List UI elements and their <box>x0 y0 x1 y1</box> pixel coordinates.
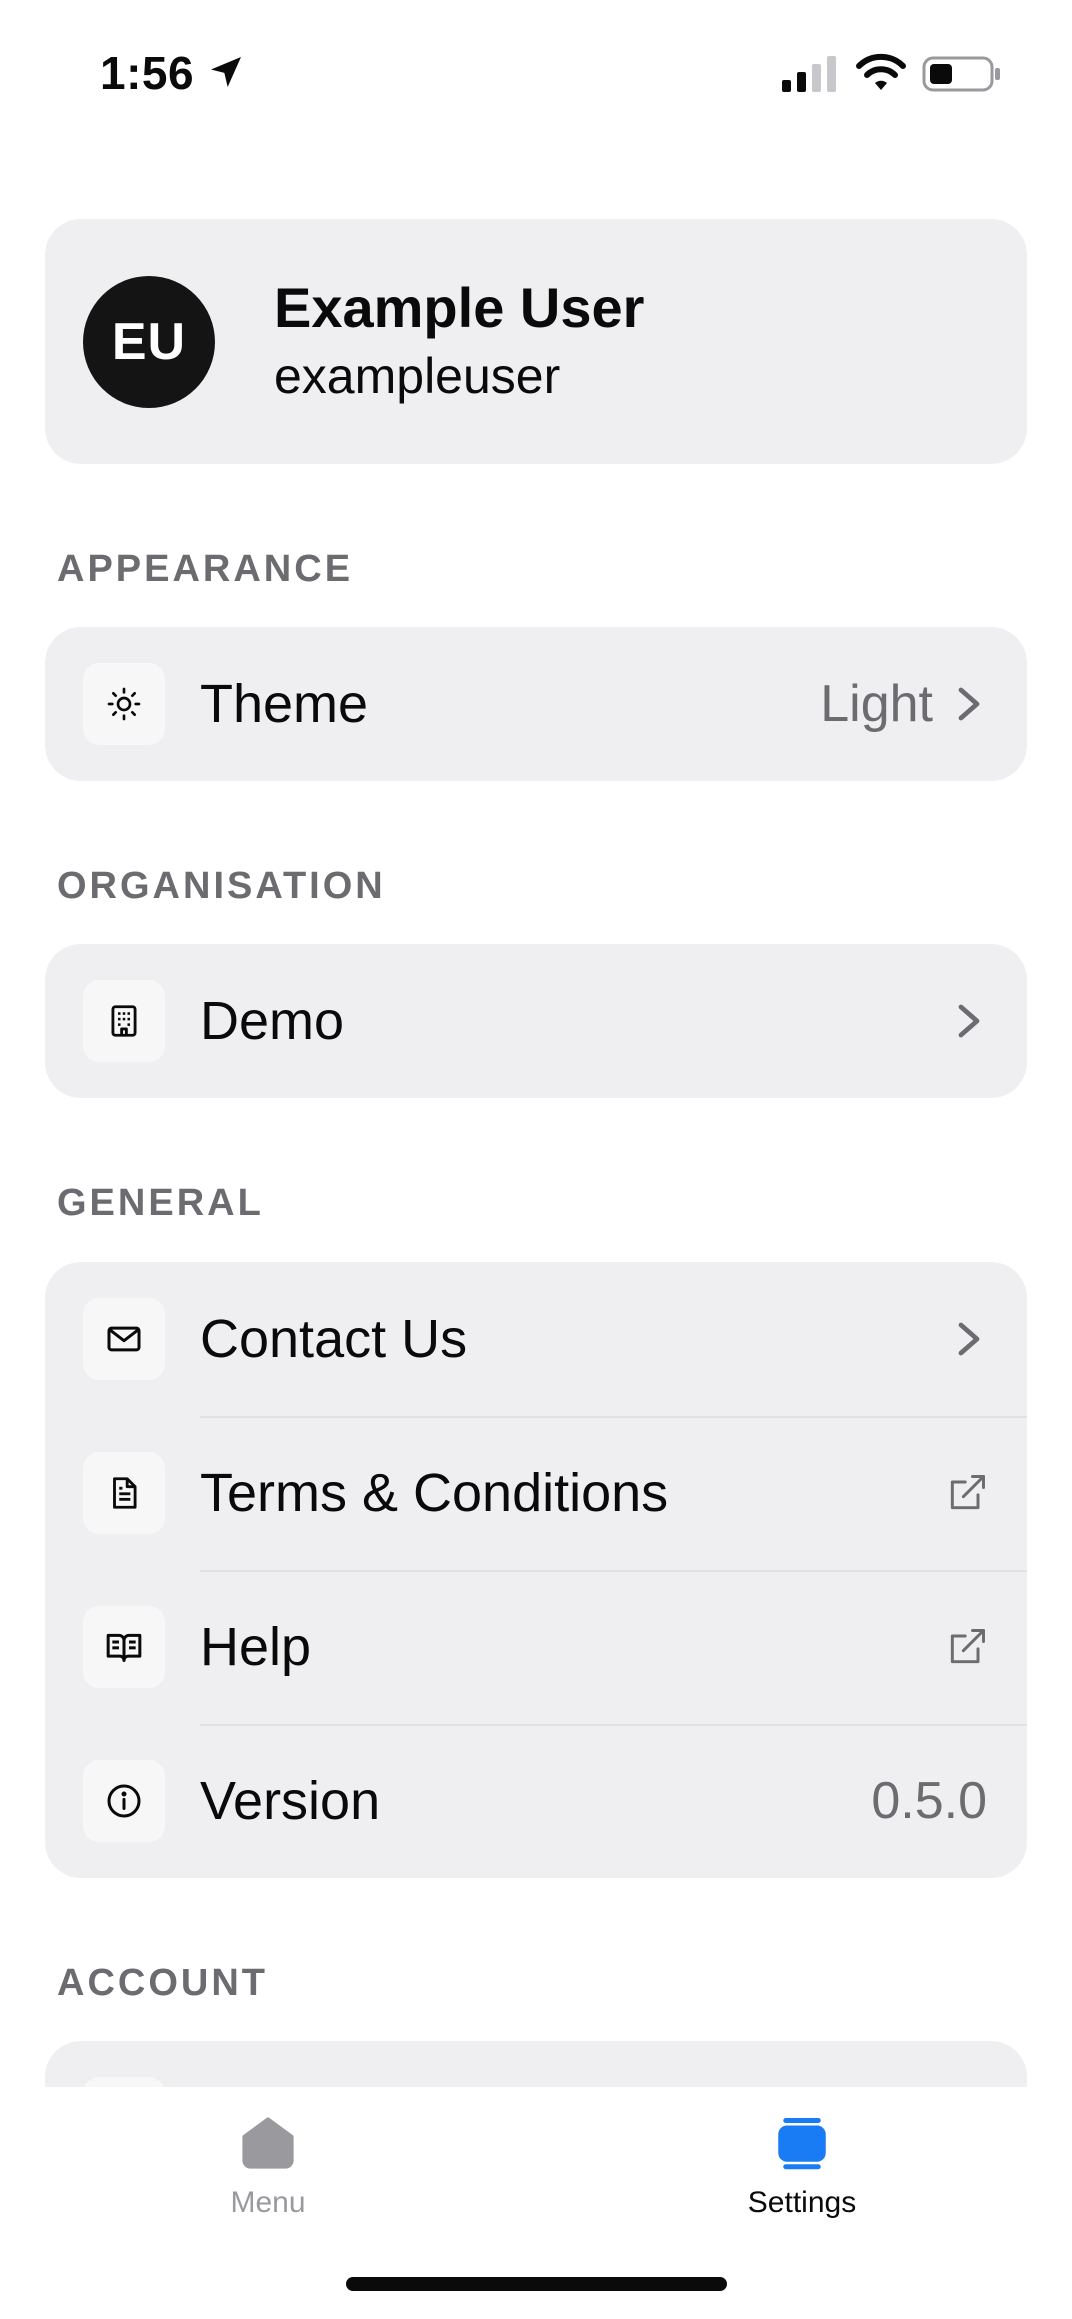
status-bar: 1:56 <box>0 0 1072 150</box>
section-header-organisation: ORGANISATION <box>57 865 386 907</box>
location-arrow-icon <box>211 57 241 87</box>
organisation-label: Demo <box>200 991 345 1051</box>
row-divider <box>200 1416 1027 1418</box>
building-icon <box>111 1005 137 1037</box>
theme-icon-box <box>83 663 165 745</box>
row-divider <box>200 1570 1027 1572</box>
envelope-icon <box>107 1326 141 1352</box>
help-row[interactable]: Help <box>45 1570 1027 1724</box>
settings-screen: 1:56 EU Example User exampleuser APPEARA… <box>0 0 1072 2319</box>
sun-icon <box>107 687 141 721</box>
home-icon <box>242 2117 294 2169</box>
general-card: Contact Us Terms & Conditions Help Versi… <box>45 1262 1027 1878</box>
contact-row[interactable]: Contact Us <box>45 1262 1027 1416</box>
chevron-right-icon <box>958 1004 980 1038</box>
external-link-icon <box>950 1475 985 1510</box>
battery-icon <box>922 56 1000 92</box>
tab-bar: Menu Settings <box>0 2087 1072 2319</box>
contact-icon-box <box>83 1298 165 1380</box>
version-label: Version <box>200 1771 381 1831</box>
section-header-general: GENERAL <box>57 1182 264 1224</box>
version-icon-box <box>83 1760 165 1842</box>
terms-icon-box <box>83 1452 165 1534</box>
organisation-icon-box <box>83 980 165 1062</box>
profile-card[interactable]: EU Example User exampleuser <box>45 219 1027 464</box>
cellular-signal-icon <box>782 56 836 92</box>
organisation-row[interactable]: Demo <box>45 944 1027 1098</box>
tab-menu-label: Menu <box>230 2186 306 2219</box>
theme-row[interactable]: Theme Light <box>45 627 1027 781</box>
tab-settings-label: Settings <box>747 2186 857 2219</box>
home-indicator <box>346 2277 727 2291</box>
book-icon <box>106 1633 142 1662</box>
avatar: EU <box>83 276 215 408</box>
contact-label: Contact Us <box>200 1309 468 1369</box>
chevron-right-icon <box>958 1322 980 1356</box>
chevron-right-icon <box>958 687 980 721</box>
appearance-card: Theme Light <box>45 627 1027 781</box>
row-divider <box>200 1724 1027 1726</box>
external-link-icon <box>950 1629 985 1664</box>
info-icon <box>107 1784 141 1818</box>
profile-name: Example User <box>274 276 645 339</box>
organisation-card: Demo <box>45 944 1027 1098</box>
theme-value: Light <box>820 675 933 733</box>
profile-username: exampleuser <box>274 348 561 404</box>
help-icon-box <box>83 1606 165 1688</box>
section-header-account: ACCOUNT <box>57 1962 268 2004</box>
version-value: 0.5.0 <box>871 1772 987 1830</box>
section-header-appearance: APPEARANCE <box>57 548 354 590</box>
terms-label: Terms & Conditions <box>200 1463 669 1523</box>
tab-settings[interactable]: Settings <box>652 2087 952 2237</box>
terms-row[interactable]: Terms & Conditions <box>45 1416 1027 1570</box>
status-time: 1:56 <box>100 47 195 99</box>
layers-icon <box>778 2118 826 2170</box>
help-label: Help <box>200 1617 312 1677</box>
document-icon <box>113 1477 137 1509</box>
theme-label: Theme <box>200 674 369 734</box>
wifi-icon <box>856 53 906 90</box>
version-row: Version 0.5.0 <box>45 1724 1027 1878</box>
tab-menu[interactable]: Menu <box>118 2087 418 2237</box>
